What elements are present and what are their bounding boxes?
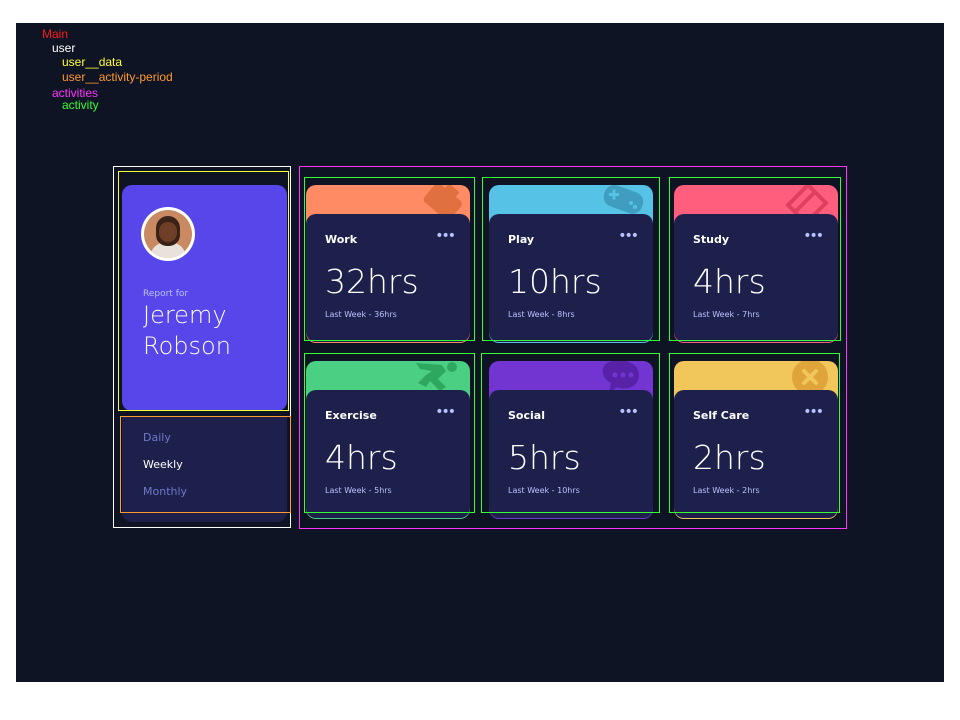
legend-activity: activity [62, 98, 99, 112]
legend-user: user [52, 41, 76, 55]
legend-main: Main [42, 27, 69, 41]
legend-user-data: user__data [62, 55, 123, 69]
activity-outline [481, 353, 660, 513]
user-activity-period-outline [120, 416, 291, 513]
activity-outline [304, 353, 475, 513]
activity-outline [669, 353, 840, 513]
user-data-outline [118, 171, 289, 411]
legend-user-activity-period: user__activity-period [62, 70, 173, 84]
activity-outline [482, 177, 660, 341]
activity-outline [304, 177, 475, 341]
main-frame: Main user user__data user__activity-peri… [16, 23, 944, 682]
activity-outline [669, 177, 841, 341]
